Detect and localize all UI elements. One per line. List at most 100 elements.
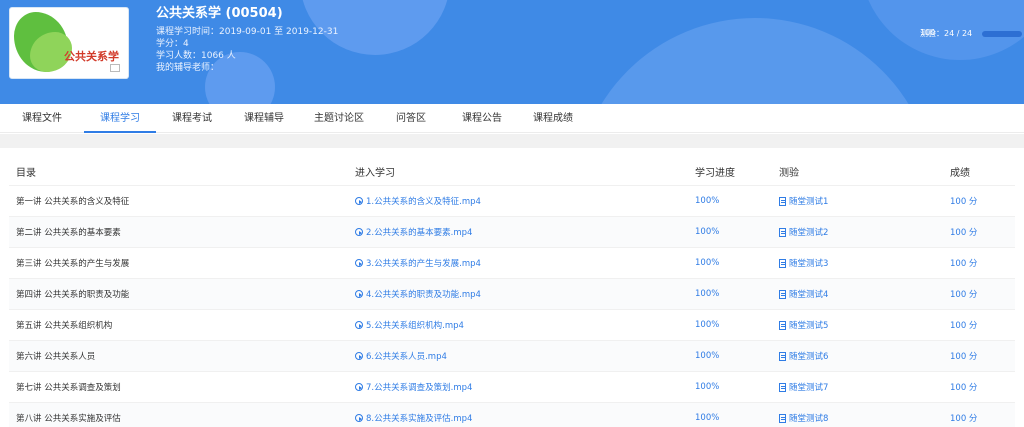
play-icon <box>355 352 363 360</box>
score-link[interactable]: 100 分 <box>950 412 1015 424</box>
score-link[interactable]: 100 分 <box>950 350 1015 362</box>
score-link[interactable]: 100 分 <box>950 319 1015 331</box>
tab-6[interactable]: 课程公告 <box>444 104 520 133</box>
video-link-label: 7.公共关系调查及策划.mp4 <box>366 383 473 393</box>
video-link[interactable]: 1.公共关系的含义及特征.mp4 <box>355 195 695 207</box>
video-link[interactable]: 6.公共关系人员.mp4 <box>355 350 695 362</box>
quiz-link-label: 随堂测试3 <box>789 259 829 269</box>
video-link-label: 2.公共关系的基本要素.mp4 <box>366 228 473 238</box>
tab-4[interactable]: 主题讨论区 <box>300 104 378 133</box>
table-header: 目录 进入学习 学习进度 测验 成绩 <box>9 158 1015 186</box>
quiz-link[interactable]: 随堂测试3 <box>779 257 950 269</box>
study-progress: 100% <box>695 351 720 361</box>
chapter-title: 第六讲 公共关系人员 <box>16 352 96 362</box>
chapter-title: 第二讲 公共关系的基本要素 <box>16 228 121 238</box>
study-progress: 100% <box>695 258 720 268</box>
video-link-label: 3.公共关系的产生与发展.mp4 <box>366 259 481 269</box>
chapter-title: 第七讲 公共关系调查及策划 <box>16 383 121 393</box>
header-score: 成绩 <box>950 168 970 179</box>
course-tabs: 课程文件 课程学习 课程考试 课程辅导 主题讨论区 问答区 课程公告 课程成绩 <box>0 104 1024 133</box>
quiz-link-label: 随堂测试2 <box>789 228 829 238</box>
video-link-label: 1.公共关系的含义及特征.mp4 <box>366 197 481 207</box>
cover-mark-icon <box>110 64 120 72</box>
video-link-label: 6.公共关系人员.mp4 <box>366 352 447 362</box>
course-info: 公共关系学 (00504) 课程学习时间：2019-09-01 至 2019-1… <box>156 6 338 74</box>
score-link[interactable]: 100 分 <box>950 288 1015 300</box>
table-row: 第二讲 公共关系的基本要素 2.公共关系的基本要素.mp4 100% 随堂测试2 100… <box>9 217 1015 248</box>
video-link[interactable]: 2.公共关系的基本要素.mp4 <box>355 226 695 238</box>
divider-strip <box>0 134 1024 148</box>
chapter-title: 第三讲 公共关系的产生与发展 <box>16 259 130 269</box>
score-link[interactable]: 100 分 <box>950 381 1015 393</box>
play-icon <box>355 259 363 267</box>
quiz-link-label: 随堂测试6 <box>789 352 829 362</box>
study-progress: 100% <box>695 382 720 392</box>
tab-0[interactable]: 课程文件 <box>0 104 84 133</box>
tutor: 我的辅导老师： <box>156 63 220 73</box>
tab-7[interactable]: 课程成绩 <box>520 104 586 133</box>
tab-3[interactable]: 课程辅导 <box>228 104 300 133</box>
video-link[interactable]: 4.公共关系的职责及功能.mp4 <box>355 288 695 300</box>
edit-icon <box>779 196 786 206</box>
video-link[interactable]: 8.公共关系实施及评估.mp4 <box>355 412 695 424</box>
quiz-link-label: 随堂测试8 <box>789 414 829 424</box>
chapter-title: 第四讲 公共关系的职责及功能 <box>16 290 130 300</box>
play-icon <box>355 383 363 391</box>
tab-5[interactable]: 问答区 <box>378 104 444 133</box>
edit-icon <box>779 227 786 237</box>
course-title: 公共关系学 (00504) <box>156 6 283 21</box>
score-link[interactable]: 100 分 <box>950 257 1015 269</box>
quiz-link[interactable]: 随堂测试8 <box>779 412 950 424</box>
tab-1[interactable]: 课程学习 <box>84 104 156 133</box>
edit-icon <box>779 382 786 392</box>
edit-icon <box>779 320 786 330</box>
chapter-title: 第一讲 公共关系的含义及特征 <box>16 197 130 207</box>
study-progress: 100% <box>695 196 720 206</box>
quiz-link[interactable]: 随堂测试5 <box>779 319 950 331</box>
score-link[interactable]: 100 分 <box>950 195 1015 207</box>
study-progress: 100% <box>695 227 720 237</box>
table-row: 第五讲 公共关系组织机构 5.公共关系组织机构.mp4 100% 随堂测试5 100 分 <box>9 310 1015 341</box>
quiz-link[interactable]: 随堂测试7 <box>779 381 950 393</box>
course-banner: 公共关系学 公共关系学 (00504) 课程学习时间：2019-09-01 至 … <box>0 0 1024 104</box>
study-progress: 100% <box>695 413 720 423</box>
header-enter-study: 进入学习 <box>355 168 395 179</box>
student-count: 学习人数：1066 人 <box>156 51 236 61</box>
play-icon <box>355 414 363 422</box>
video-link[interactable]: 7.公共关系调查及策划.mp4 <box>355 381 695 393</box>
table-row: 第八讲 公共关系实施及评估 8.公共关系实施及评估.mp4 100% 随堂测试8 100… <box>9 403 1015 427</box>
course-table: 目录 进入学习 学习进度 测验 成绩 第一讲 公共关系的含义及特征 1.公共关系的… <box>9 158 1015 427</box>
edit-icon <box>779 413 786 423</box>
video-link-label: 4.公共关系的职责及功能.mp4 <box>366 290 481 300</box>
header-catalog: 目录 <box>16 168 36 179</box>
video-link[interactable]: 3.公共关系的产生与发展.mp4 <box>355 257 695 269</box>
test-progress-bar <box>982 30 1023 37</box>
score-link[interactable]: 100 分 <box>950 226 1015 238</box>
table-row: 第三讲 公共关系的产生与发展 3.公共关系的产生与发展.mp4 100% 随堂测试3 1… <box>9 248 1015 279</box>
study-time: 课程学习时间：2019-09-01 至 2019-12-31 <box>156 27 339 37</box>
decor-circle <box>575 18 935 104</box>
table-row: 第六讲 公共关系人员 6.公共关系人员.mp4 100% 随堂测试6 100 分 <box>9 341 1015 372</box>
chapter-title: 第八讲 公共关系实施及评估 <box>16 414 121 424</box>
video-link-label: 8.公共关系实施及评估.mp4 <box>366 414 473 424</box>
quiz-link[interactable]: 随堂测试6 <box>779 350 950 362</box>
study-progress: 100% <box>695 320 720 330</box>
chapter-title: 第五讲 公共关系组织机构 <box>16 321 113 331</box>
table-row: 第四讲 公共关系的职责及功能 4.公共关系的职责及功能.mp4 100% 随堂测试4 1… <box>9 279 1015 310</box>
tab-2[interactable]: 课程考试 <box>156 104 228 133</box>
test-progress-fill <box>982 30 1023 37</box>
quiz-link[interactable]: 随堂测试2 <box>779 226 950 238</box>
quiz-link-label: 随堂测试4 <box>789 290 829 300</box>
play-icon <box>355 290 363 298</box>
header-progress: 学习进度 <box>695 168 735 179</box>
table-body: 第一讲 公共关系的含义及特征 1.公共关系的含义及特征.mp4 100% 随堂测试1 1… <box>9 186 1015 427</box>
quiz-link-label: 随堂测试7 <box>789 383 829 393</box>
quiz-link-label: 随堂测试5 <box>789 321 829 331</box>
quiz-link[interactable]: 随堂测试4 <box>779 288 950 300</box>
video-link-label: 5.公共关系组织机构.mp4 <box>366 321 464 331</box>
quiz-link[interactable]: 随堂测试1 <box>779 195 950 207</box>
play-icon <box>355 197 363 205</box>
edit-icon <box>779 351 786 361</box>
credits: 学分：4 <box>156 39 189 49</box>
video-link[interactable]: 5.公共关系组织机构.mp4 <box>355 319 695 331</box>
